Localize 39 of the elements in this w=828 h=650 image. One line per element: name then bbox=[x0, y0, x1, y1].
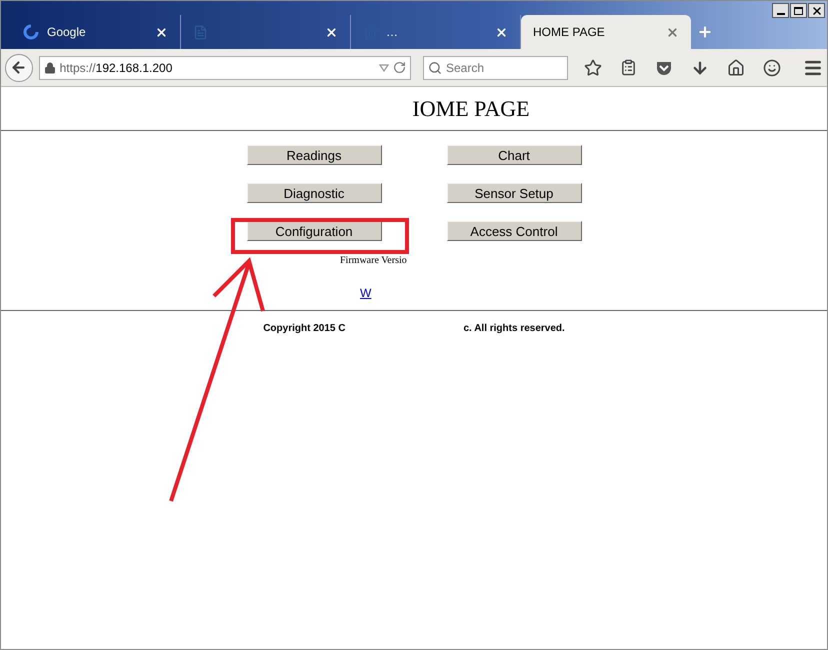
nav-button[interactable]: Chart bbox=[446, 145, 582, 165]
nav-button[interactable]: Sensor Setup bbox=[446, 183, 582, 203]
url-text: https://192.168.1.200 bbox=[60, 60, 174, 76]
web-link[interactable]: W bbox=[360, 284, 380, 302]
pocket-icon[interactable] bbox=[655, 60, 673, 76]
new-tab-icon[interactable] bbox=[697, 24, 713, 40]
lock-icon bbox=[44, 62, 56, 74]
close-tab-icon[interactable] bbox=[155, 26, 168, 38]
browser-tab[interactable]: HOME PAGE bbox=[521, 15, 691, 49]
nav-button[interactable]: Diagnostic bbox=[246, 183, 382, 203]
close-tab-icon[interactable] bbox=[495, 26, 508, 38]
tab-title: Google bbox=[47, 24, 87, 41]
minimize-button[interactable] bbox=[772, 3, 789, 18]
download-icon[interactable] bbox=[691, 58, 709, 76]
back-button[interactable] bbox=[5, 54, 33, 82]
dropdown-icon[interactable] bbox=[379, 64, 389, 72]
smiley-icon[interactable] bbox=[763, 58, 781, 76]
search-field[interactable]: Search bbox=[423, 56, 568, 80]
maximize-button[interactable] bbox=[790, 3, 807, 18]
copyright-text: c. All rights reserved. bbox=[463, 322, 565, 336]
close-tab-icon[interactable] bbox=[325, 26, 338, 38]
reading-list-icon[interactable] bbox=[620, 59, 637, 76]
google-icon bbox=[23, 24, 39, 40]
home-icon[interactable] bbox=[727, 58, 745, 76]
bookmark-icon[interactable] bbox=[584, 58, 602, 76]
tab-title: … bbox=[386, 24, 399, 41]
nav-button[interactable]: Readings bbox=[246, 145, 382, 165]
reload-icon[interactable] bbox=[393, 61, 406, 74]
page-heading: IOME PAGE bbox=[411, 96, 530, 121]
nav-button[interactable]: Access Control bbox=[446, 221, 582, 241]
address-field[interactable]: https://192.168.1.200 bbox=[38, 56, 411, 80]
firmware-label: Firmware Versio bbox=[340, 254, 407, 268]
page-icon bbox=[193, 24, 208, 40]
search-icon bbox=[428, 60, 442, 74]
close-icon bbox=[810, 4, 822, 16]
nav-button[interactable]: Configuration bbox=[246, 221, 382, 241]
copyright-text: Copyright 2015 C bbox=[263, 322, 346, 336]
tab-title: HOME PAGE bbox=[533, 24, 606, 41]
close-button[interactable] bbox=[808, 3, 825, 18]
